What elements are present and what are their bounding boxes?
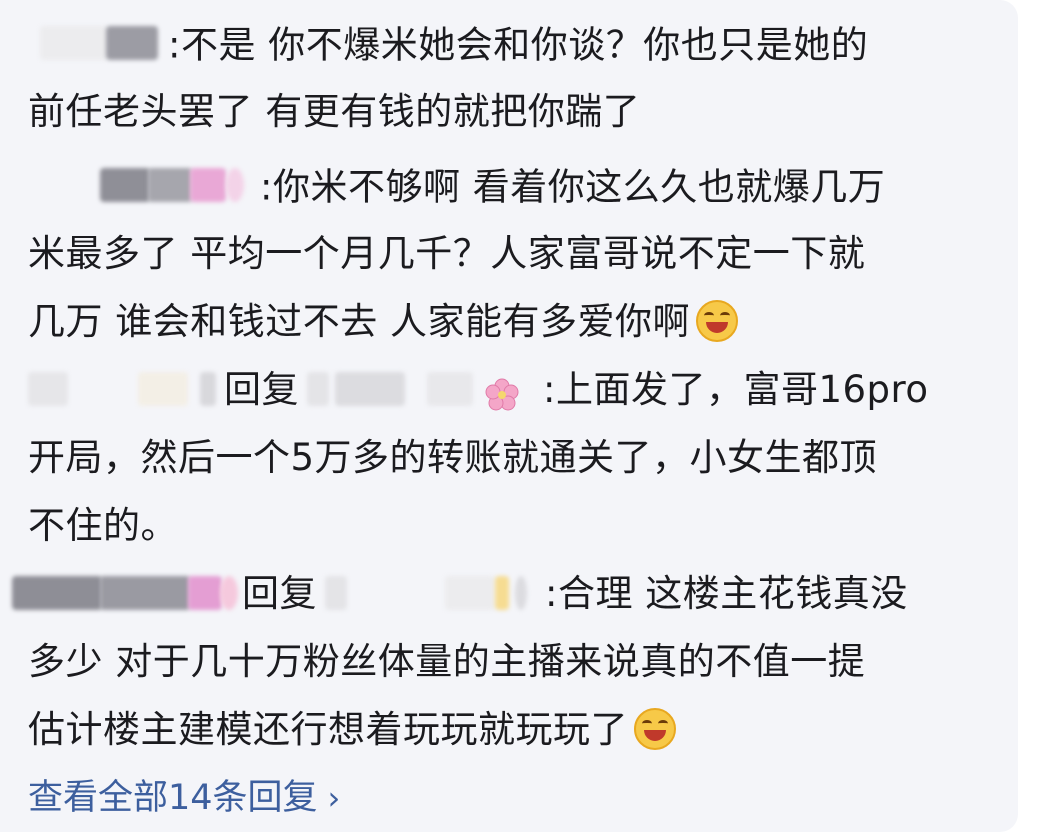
reply-item[interactable]: 回复 :合理 这楼主花钱真没 多少 对于几十万粉丝体量的主播来说真的不值一提 估… bbox=[12, 560, 988, 764]
reply-item[interactable]: :你米不够啊 看着你这么久也就爆几万 米最多了 平均一个月几千？人家富哥说不定一… bbox=[28, 152, 988, 356]
reply-text: :合理 这楼主花钱真没 bbox=[545, 572, 908, 615]
reply-text: 多少 对于几十万粉丝体量的主播来说真的不值一提 bbox=[28, 640, 866, 683]
username-redacted[interactable] bbox=[28, 164, 260, 206]
reply-text: 开局，然后一个5万多的转账就通关了，小女生都顶 bbox=[28, 436, 878, 479]
view-all-label: 查看全部14条回复 bbox=[28, 778, 318, 818]
reply-keyword: 回复 bbox=[242, 572, 317, 615]
reply-item[interactable]: 回复 :上面发了，富哥16pro 开局，然后一个5万多的转账就通关了，小女生都顶… bbox=[28, 356, 988, 560]
reply-text: :你米不够啊 看着你这么久也就爆几万 bbox=[260, 165, 886, 209]
laughing-emoji-icon bbox=[696, 299, 739, 342]
reply-text: 不住的。 bbox=[28, 504, 178, 547]
reply-line: :你米不够啊 看着你这么久也就爆几万 bbox=[28, 152, 988, 220]
reply-line: 回复 :上面发了，富哥16pro bbox=[28, 356, 988, 424]
laughing-emoji-icon bbox=[634, 707, 676, 750]
reply-line: 回复 :合理 这楼主花钱真没 bbox=[12, 560, 988, 628]
reply-to-username-redacted[interactable] bbox=[325, 572, 545, 614]
reply-item[interactable]: :不是 你不爆米她会和你谈？你也只是她的 前任老头罢了 有更有钱的就把你踹了 bbox=[28, 10, 988, 146]
username-redacted[interactable] bbox=[28, 368, 224, 410]
view-all-replies-link[interactable]: 查看全部14条回复 › bbox=[28, 770, 340, 826]
flower-icon bbox=[485, 366, 519, 410]
reply-text: :不是 你不爆米她会和你谈？你也只是她的 bbox=[168, 23, 869, 67]
chevron-right-icon: › bbox=[327, 779, 341, 817]
username-redacted[interactable] bbox=[12, 572, 242, 614]
reply-line: 估计楼主建模还行想着玩玩就玩玩了 bbox=[28, 696, 988, 764]
reply-to-username-redacted[interactable] bbox=[307, 368, 543, 410]
reply-text: 几万 谁会和钱过不去 人家能有多爱你啊 bbox=[28, 300, 691, 343]
reply-line: 几万 谁会和钱过不去 人家能有多爱你啊 bbox=[28, 288, 988, 356]
reply-line: :不是 你不爆米她会和你谈？你也只是她的 bbox=[28, 10, 988, 78]
reply-text: 米最多了 平均一个月几千？人家富哥说不定一下就 bbox=[28, 232, 866, 275]
reply-text: 估计楼主建模还行想着玩玩就玩玩了 bbox=[28, 708, 628, 751]
reply-keyword: 回复 bbox=[224, 368, 299, 411]
reply-thread-panel: :不是 你不爆米她会和你谈？你也只是她的 前任老头罢了 有更有钱的就把你踹了 :… bbox=[0, 0, 1018, 832]
reply-text: 前任老头罢了 有更有钱的就把你踹了 bbox=[28, 90, 641, 133]
reply-text: :上面发了，富哥16pro bbox=[543, 368, 929, 411]
username-redacted[interactable] bbox=[28, 22, 168, 64]
